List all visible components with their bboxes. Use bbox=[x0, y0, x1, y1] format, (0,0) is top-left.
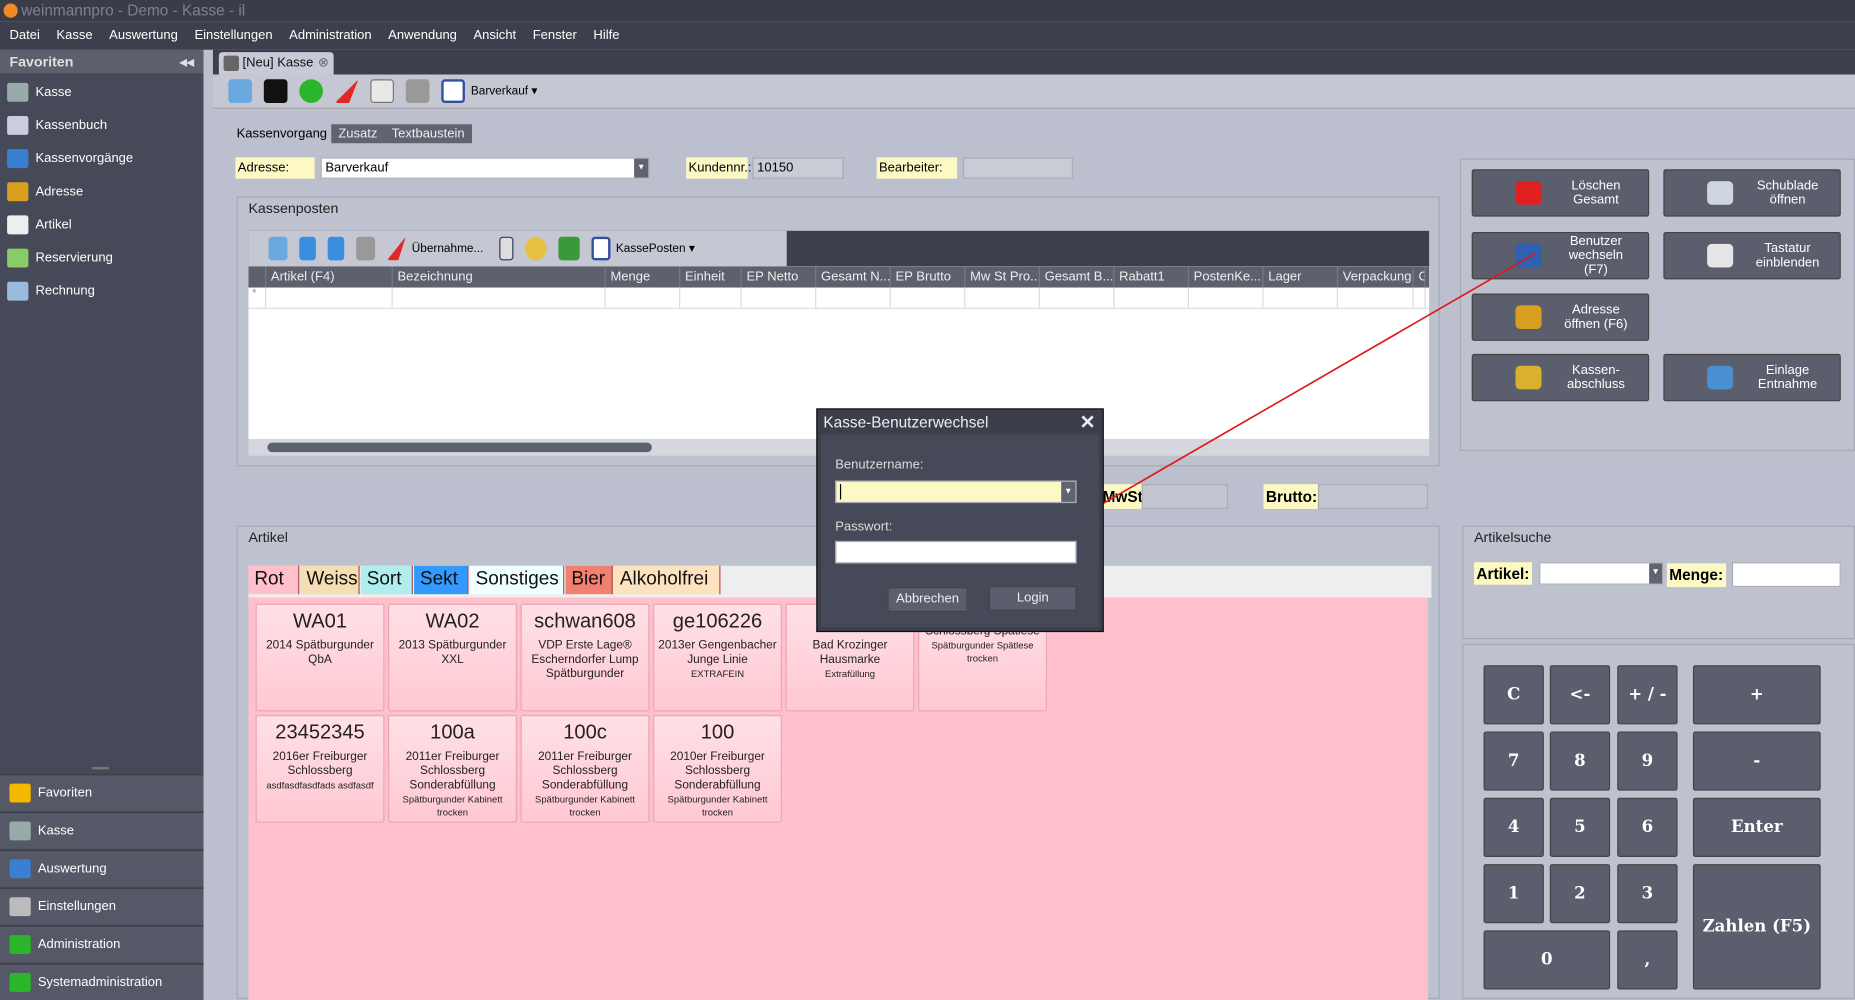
password-label: Passwort: bbox=[835, 519, 893, 534]
arrow-line bbox=[1080, 252, 1537, 517]
text-cursor bbox=[839, 483, 842, 500]
cancel-button[interactable]: Abbrechen bbox=[887, 587, 968, 612]
login-button[interactable]: Login bbox=[989, 585, 1077, 611]
close-icon[interactable]: ✕ bbox=[1080, 411, 1096, 435]
password-input[interactable] bbox=[835, 540, 1077, 564]
dialog-title: Kasse-Benutzerwechsel bbox=[823, 413, 989, 431]
chevron-down-icon[interactable]: ▼ bbox=[1061, 481, 1076, 502]
username-select[interactable]: ▼ bbox=[835, 480, 1077, 504]
user-switch-dialog: Kasse-Benutzerwechsel ✕ Benutzername: ▼ … bbox=[816, 408, 1104, 633]
username-label: Benutzername: bbox=[835, 458, 924, 473]
